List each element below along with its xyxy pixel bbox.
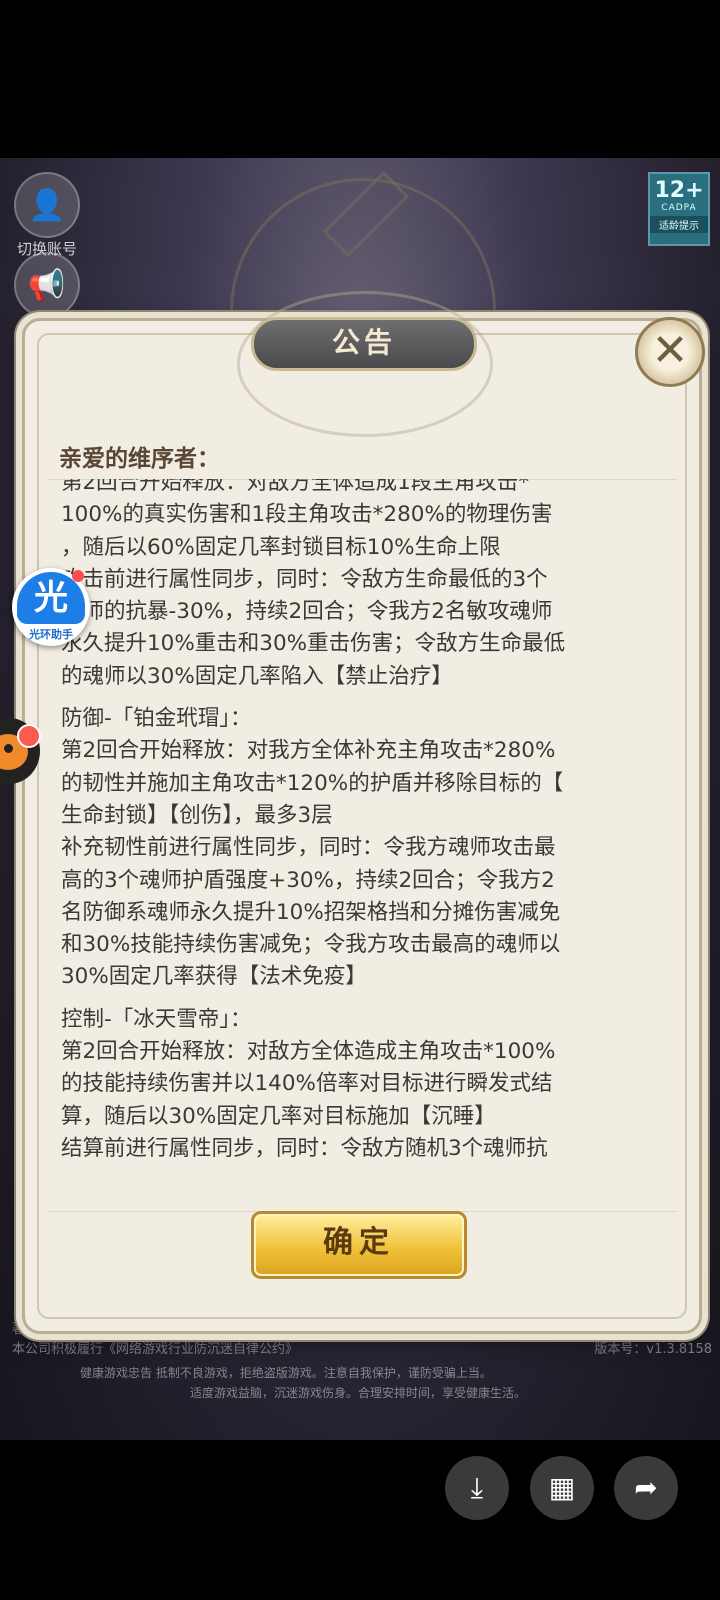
pet-notification-dot: [17, 724, 41, 748]
age-rating-badge: 12+ CADPA 适龄提示: [648, 172, 710, 246]
confirm-button[interactable]: 确定: [251, 1211, 467, 1279]
grid-icon[interactable]: ▦: [530, 1456, 594, 1520]
announcement-scroll-area[interactable]: 第2回合开始释放：对敌方全体造成1段主角攻击* 100%的真实伤害和1段主角攻击…: [61, 479, 671, 1211]
announcement-paragraph: 第2回合开始释放：对敌方全体造成1段主角攻击* 100%的真实伤害和1段主角攻击…: [61, 479, 566, 689]
age-rating-number: 12+: [654, 178, 704, 203]
megaphone-icon: 📢: [14, 252, 80, 318]
notification-dot: [72, 570, 84, 582]
greeting-text: 亲爱的维序者：: [59, 445, 220, 472]
age-rating-tip: 适龄提示: [650, 216, 708, 233]
dialog-title: 公告: [251, 317, 477, 371]
user-icon: 👤: [14, 172, 80, 238]
media-action-bar: ⤓ ▦ ➦: [0, 1456, 720, 1522]
health-advice-line2: 适度游戏益脑，沉迷游戏伤身。合理安排时间，享受健康生活。: [190, 1386, 527, 1400]
version-number: 版本号：v1.3.8158: [594, 1342, 712, 1357]
share-icon[interactable]: ➦: [614, 1456, 678, 1520]
assistant-floating-button[interactable]: 光 光环助手: [12, 568, 90, 646]
fox-eye: [4, 744, 13, 753]
announcement-paragraph: 防御-「铂金玳瑁」： 第2回合开始释放：对我方全体补充主角攻击*280% 的韧性…: [61, 706, 564, 990]
health-advice-line1: 健康游戏忠告 抵制不良游戏，拒绝盗版游戏。注意自我保护，谨防受骗上当。: [80, 1366, 492, 1380]
switch-account-button[interactable]: 👤 切换账号: [14, 172, 80, 259]
announcement-paragraph: 控制-「冰天雪帝」： 第2回合开始释放：对敌方全体造成主角攻击*100% 的技能…: [61, 1006, 556, 1161]
age-rating-org: CADPA: [661, 203, 697, 213]
download-icon[interactable]: ⤓: [445, 1456, 509, 1520]
assistant-label: 光环助手: [29, 628, 73, 641]
close-button[interactable]: ✕: [635, 317, 705, 387]
announcement-dialog: 公告 ✕ 亲爱的维序者： 第2回合开始释放：对敌方全体造成1段主角攻击* 100…: [22, 291, 705, 1334]
